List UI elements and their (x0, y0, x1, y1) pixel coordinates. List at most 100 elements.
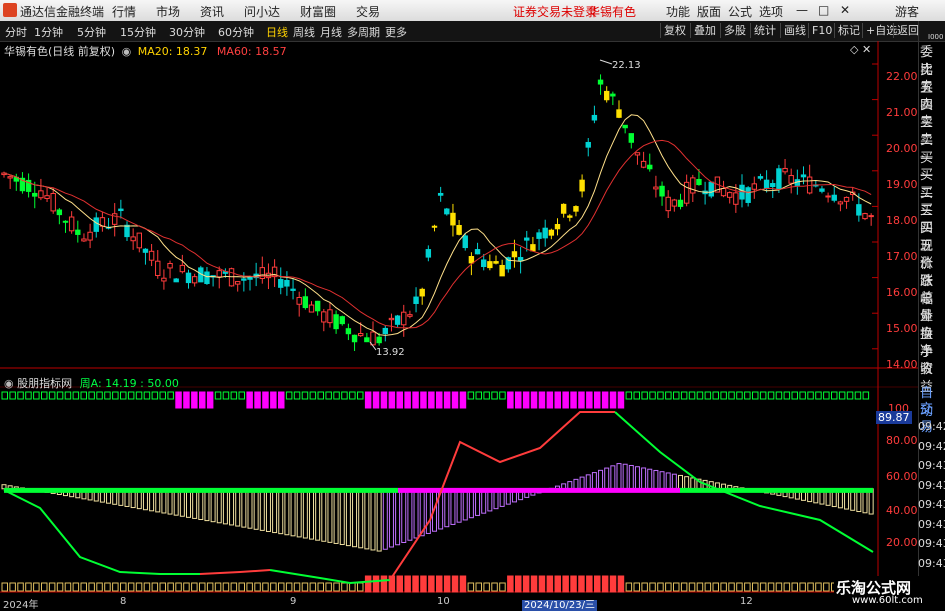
signal-box (18, 392, 24, 399)
candlestick-series (2, 74, 874, 351)
signal-box (547, 392, 553, 408)
candle-body (801, 175, 805, 177)
oscillator-bar (660, 472, 664, 489)
candle-body (568, 216, 572, 217)
moving-average-line (4, 115, 871, 336)
signal-box (81, 392, 87, 399)
signal-box (468, 583, 474, 591)
panel-controls[interactable]: ◇ ✕ (850, 43, 871, 56)
chart-canvas[interactable]: 22.1313.92 (0, 0, 945, 609)
candle-body (192, 277, 196, 283)
signal-box (824, 392, 830, 399)
signal-box (271, 583, 277, 591)
candle-body (635, 153, 639, 155)
signal-box (184, 583, 190, 591)
candle-body (389, 318, 393, 319)
signal-box (705, 583, 711, 591)
oscillator-bar (291, 489, 295, 536)
oscillator-bar (642, 468, 646, 489)
signal-box (381, 392, 387, 408)
oscillator-bar (199, 489, 203, 520)
signal-box (618, 392, 624, 408)
oscillator-bar (328, 489, 332, 543)
oscillator-bar (383, 489, 387, 549)
signal-box (460, 576, 466, 592)
candle-body (666, 197, 670, 210)
oscillator-bar (568, 482, 572, 489)
oscillator-bar (672, 474, 676, 489)
candle-body (346, 329, 350, 334)
signal-box (452, 576, 458, 592)
candle-body (303, 297, 307, 308)
candle-body (57, 210, 61, 215)
signal-box (713, 392, 719, 399)
signal-box (776, 392, 782, 399)
signal-box (602, 392, 608, 408)
oscillator-bar (377, 489, 381, 551)
candle-body (365, 338, 369, 342)
signal-box (89, 392, 95, 399)
signal-box (468, 392, 474, 399)
oscillator-bar (629, 465, 633, 488)
candle-body (426, 250, 430, 258)
candle-body (531, 245, 535, 251)
info-icon[interactable]: ◉ (122, 45, 132, 58)
candle-body (45, 196, 49, 199)
info-icon[interactable]: ◉ (4, 377, 14, 390)
signal-box (713, 583, 719, 591)
signal-box (97, 392, 103, 399)
signal-box (200, 583, 206, 591)
signal-box (476, 583, 482, 591)
signal-box (832, 392, 838, 399)
signal-box (326, 392, 332, 399)
candle-body (488, 262, 492, 268)
oscillator-bar (635, 467, 639, 489)
price-tick: 20.00 (886, 131, 918, 167)
price-tick: 14.00 (886, 347, 918, 383)
candle-body (291, 289, 295, 290)
oscillator-bar (242, 489, 246, 527)
oscillator-bar (599, 470, 603, 488)
signal-box (500, 583, 506, 591)
price-tick: 15.00 (886, 311, 918, 347)
indicator-value: 周A: 14.19 : 50.00 (80, 377, 179, 390)
candle-body (174, 279, 178, 282)
signal-box (342, 392, 348, 399)
signal-box (365, 576, 371, 592)
candle-body (697, 179, 701, 184)
signal-box (279, 392, 285, 408)
signal-box (49, 392, 55, 399)
signal-box (674, 392, 680, 399)
signal-box (263, 583, 269, 591)
trade-time: 09:43 (918, 518, 945, 531)
signal-box (689, 392, 695, 399)
candle-body (758, 177, 762, 179)
signal-box (200, 392, 206, 408)
candle-body (500, 265, 504, 275)
candle-body (285, 280, 289, 286)
candle-body (162, 278, 166, 281)
candle-body (340, 317, 344, 324)
candle-body (156, 261, 160, 275)
signal-box (437, 576, 443, 592)
signal-box (373, 392, 379, 408)
indicator-name: 股朋指标网 (17, 377, 72, 390)
candle-body (586, 142, 590, 147)
signal-box (302, 392, 308, 399)
signal-box (65, 583, 71, 591)
signal-box (484, 392, 490, 399)
signal-box (760, 392, 766, 399)
candle-body (359, 334, 363, 336)
signal-box (784, 392, 790, 399)
signal-box (152, 583, 158, 591)
oscillator-bar (679, 475, 683, 488)
candle-body (242, 279, 246, 280)
candle-body (844, 197, 848, 201)
oscillator-bar (236, 489, 240, 526)
oscillator-bar (346, 489, 350, 546)
signal-box (650, 583, 656, 591)
candle-body (131, 237, 135, 241)
signal-box (634, 392, 640, 399)
signal-box (753, 392, 759, 399)
signal-box (437, 392, 443, 408)
